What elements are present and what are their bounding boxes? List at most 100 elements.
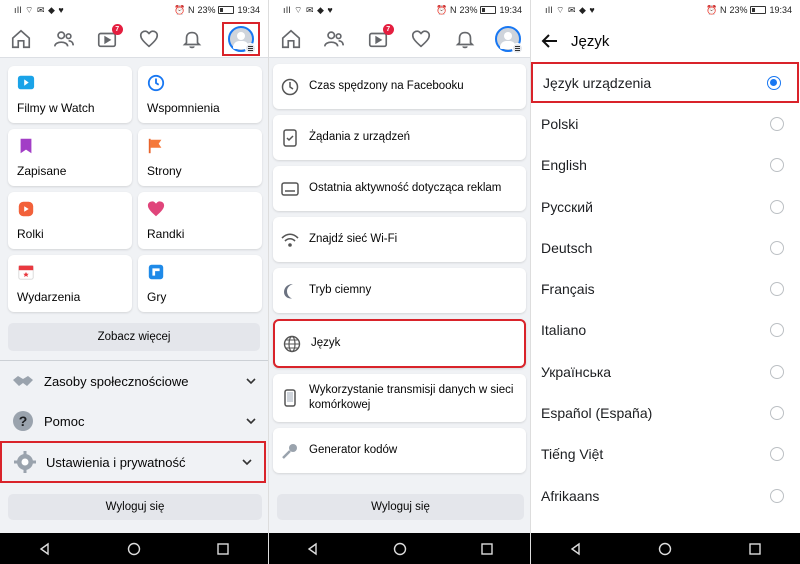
language-option[interactable]: Українська xyxy=(531,351,800,392)
home-icon[interactable] xyxy=(278,26,304,52)
menu-icon xyxy=(512,42,524,54)
language-option[interactable]: Deutsch xyxy=(531,227,800,268)
radio-button[interactable] xyxy=(770,488,784,503)
back-icon[interactable] xyxy=(569,542,583,556)
language-option[interactable]: Italiano xyxy=(531,310,800,351)
watch-video-icon xyxy=(17,75,35,90)
language-option[interactable]: Français xyxy=(531,268,800,309)
memories-clock-icon xyxy=(147,74,165,92)
status-signal: ıll ⌔ ✉ ◆ ♥ xyxy=(283,4,334,16)
system-nav-bar xyxy=(269,533,530,564)
language-label: Русский xyxy=(541,198,593,215)
language-option[interactable]: Tiếng Việt xyxy=(531,434,800,475)
gaming-icon xyxy=(148,264,164,280)
heart-icon[interactable] xyxy=(408,26,434,52)
language-option[interactable]: English xyxy=(531,145,800,186)
friends-icon[interactable] xyxy=(321,26,347,52)
home-icon[interactable] xyxy=(8,26,34,52)
radio-button[interactable] xyxy=(770,364,784,379)
accordion-community-resources[interactable]: Zasoby społecznościowe xyxy=(0,361,268,401)
tile-dating[interactable]: Randki xyxy=(138,192,262,249)
radio-button[interactable] xyxy=(770,323,784,338)
back-arrow-icon[interactable] xyxy=(541,32,559,50)
setting-dark-mode[interactable]: Tryb ciemny xyxy=(273,268,526,313)
status-bar: ıll ⌔ ✉ ◆ ♥ ⏰ N 23% 19:34 xyxy=(531,0,800,20)
tile-events[interactable]: Wydarzenia xyxy=(8,255,132,312)
setting-time-on-facebook[interactable]: Czas spędzony na Facebooku xyxy=(273,64,526,109)
setting-code-generator[interactable]: Generator kodów xyxy=(273,428,526,473)
setting-ad-activity[interactable]: Ostatnia aktywność dotycząca reklam xyxy=(273,166,526,211)
bell-icon[interactable] xyxy=(179,26,205,52)
language-label: Deutsch xyxy=(541,239,593,256)
see-more-button[interactable]: Zobacz więcej xyxy=(8,323,260,351)
avatar xyxy=(227,25,256,54)
back-icon[interactable] xyxy=(38,542,52,556)
status-signal: ıll ⌔ ✉ ◆ ♥ xyxy=(14,4,65,16)
setting-mobile-data[interactable]: Wykorzystanie transmisji danych w sieci … xyxy=(273,374,526,422)
flag-icon xyxy=(148,138,162,154)
language-option[interactable]: Русский xyxy=(531,186,800,227)
heart-icon[interactable] xyxy=(136,26,162,52)
radio-button[interactable] xyxy=(770,406,784,421)
globe-icon xyxy=(283,335,301,352)
status-bar: ıll ⌔ ✉ ◆ ♥ ⏰ N 23% 19:34 xyxy=(269,0,530,20)
tile-saved[interactable]: Zapisane xyxy=(8,129,132,186)
watch-icon[interactable]: 7 xyxy=(365,23,394,52)
page-title: Język xyxy=(571,32,610,50)
key-icon xyxy=(282,443,297,459)
setting-device-requests[interactable]: Żądania z urządzeń xyxy=(273,115,526,160)
radio-button[interactable] xyxy=(770,282,784,297)
tile-pages[interactable]: Strony xyxy=(138,129,262,186)
ad-activity-icon xyxy=(281,181,299,196)
language-option[interactable]: Español (España) xyxy=(531,392,800,433)
settings-list: Czas spędzony na Facebooku Żądania z urz… xyxy=(269,58,530,473)
logout-button[interactable]: Wyloguj się xyxy=(8,494,262,520)
recents-icon[interactable] xyxy=(216,542,230,556)
tile-memories[interactable]: Wspomnienia xyxy=(138,66,262,123)
radio-button[interactable] xyxy=(770,158,784,173)
tile-label: Randki xyxy=(147,227,185,241)
language-option[interactable]: Afrikaans xyxy=(531,475,800,516)
notification-badge: 7 xyxy=(111,23,123,35)
language-option[interactable]: Język urządzenia xyxy=(531,62,799,104)
accordion-help[interactable]: ? Pomoc xyxy=(0,401,268,441)
logout-button[interactable]: Wyloguj się xyxy=(277,494,524,520)
dating-heart-icon xyxy=(147,201,165,217)
system-nav-bar xyxy=(0,533,268,564)
recents-icon[interactable] xyxy=(748,542,762,556)
radio-button[interactable] xyxy=(770,116,784,131)
bell-icon[interactable] xyxy=(452,26,478,52)
home-circle-icon[interactable] xyxy=(127,542,141,556)
setting-label: Język xyxy=(311,337,341,349)
friends-icon[interactable] xyxy=(51,26,77,52)
tile-gaming[interactable]: Gry xyxy=(138,255,262,312)
radio-button[interactable] xyxy=(770,447,784,462)
status-right: ⏰ N 23% 19:34 xyxy=(706,4,792,16)
accordion-label: Zasoby społecznościowe xyxy=(44,373,189,389)
avatar xyxy=(495,25,524,54)
back-icon[interactable] xyxy=(306,542,320,556)
profile-menu-icon[interactable] xyxy=(495,25,524,54)
tile-watch[interactable]: Filmy w Watch xyxy=(8,66,132,123)
chevron-down-icon xyxy=(246,378,256,385)
language-option[interactable]: Polski xyxy=(531,103,800,144)
radio-button[interactable] xyxy=(770,199,784,214)
tile-reels[interactable]: Rolki xyxy=(8,192,132,249)
recents-icon[interactable] xyxy=(480,542,494,556)
watch-icon[interactable]: 7 xyxy=(94,23,123,52)
setting-language[interactable]: Język xyxy=(273,319,526,368)
gear-icon xyxy=(14,451,36,473)
radio-selected[interactable] xyxy=(767,75,781,90)
home-circle-icon[interactable] xyxy=(658,542,672,556)
accordion-settings-privacy[interactable]: Ustawienia i prywatność xyxy=(0,441,266,483)
radio-button[interactable] xyxy=(770,240,784,255)
setting-find-wifi[interactable]: Znajdź sieć Wi-Fi xyxy=(273,217,526,262)
device-request-icon xyxy=(283,128,297,147)
panel-language: ıll ⌔ ✉ ◆ ♥ ⏰ N 23% 19:34 Język Język urząd… xyxy=(530,0,800,564)
language-label: Français xyxy=(541,281,595,298)
system-nav-bar xyxy=(531,533,800,564)
shortcuts-grid: Filmy w Watch Wspomnienia Zapisane Stron… xyxy=(0,58,268,312)
profile-menu-icon[interactable] xyxy=(221,21,260,56)
status-signal: ıll ⌔ ✉ ◆ ♥ xyxy=(545,4,596,16)
home-circle-icon[interactable] xyxy=(393,542,407,556)
